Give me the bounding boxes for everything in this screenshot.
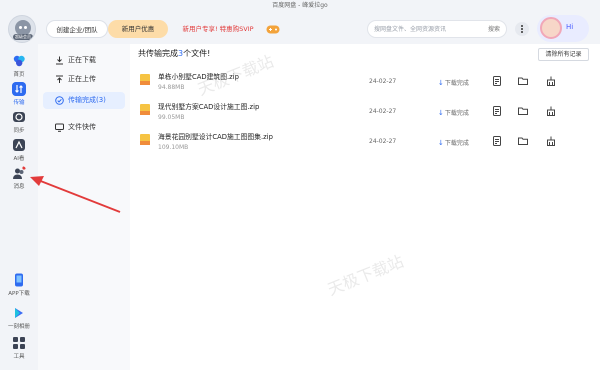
zip-file-icon [140, 104, 150, 115]
download-arrow-icon: ↓ [438, 109, 444, 117]
nav-item-tools[interactable]: 工具 [0, 336, 38, 360]
zip-file-icon [140, 134, 150, 145]
search-input[interactable] [374, 23, 478, 36]
top-header: 超级会员 创建企业/团队 新用户优惠 新用户专享! 特惠购SVIP 搜索 Hi [0, 12, 600, 44]
nav-item-ai[interactable]: AI看 [0, 138, 38, 162]
create-enterprise-button[interactable]: 创建企业/团队 [46, 20, 108, 38]
nav-label-ai: AI看 [13, 156, 25, 162]
nav-item-album[interactable]: 一刻相册 [0, 306, 38, 330]
avatar-eye-left [19, 26, 22, 29]
nav-label-sync: 同步 [13, 128, 25, 134]
home-icon [13, 55, 25, 67]
check-circle-icon [55, 96, 64, 105]
window-title: 百度网盘 - 峰爱拉go [0, 0, 600, 12]
file-status: ↓下载完成 [438, 108, 469, 117]
open-folder-icon[interactable] [518, 136, 528, 146]
subnav-label-completed: 传输完成(3) [68, 96, 106, 104]
clean-icon[interactable] [546, 136, 556, 146]
file-status: ↓下载完成 [438, 138, 469, 147]
nav-label-home: 首页 [13, 72, 25, 78]
subnav-downloading[interactable]: 正在下载 [43, 52, 125, 69]
subnav-label-quick-transfer: 文件快传 [68, 123, 96, 131]
user-avatar[interactable]: 超级会员 [8, 15, 36, 43]
app-download-icon [15, 273, 23, 287]
download-arrow-icon: ↓ [438, 139, 444, 147]
summary-suffix: 个文件! [183, 49, 211, 58]
table-row[interactable]: 现代别墅方案CAD设计施工图.zip 99.05MB 24-02-27 ↓下载完… [130, 98, 600, 128]
file-info-icon[interactable] [492, 136, 502, 146]
search-box: 搜索 [367, 20, 507, 38]
transfer-subnav: 正在下载 正在上传 传输完成(3) 文件快传 [38, 44, 130, 370]
left-nav: 首页 传输 同步 AI看 消息 APP下载 一刻相册 工具 [0, 44, 38, 370]
clear-all-records-button[interactable]: 清除所有记录 [538, 48, 589, 61]
nav-item-sync[interactable]: 同步 [0, 110, 38, 134]
file-name: 海景花园别墅设计CAD施工图图集.zip [158, 133, 273, 141]
file-size: 99.05MB [158, 114, 185, 121]
file-status-label: 下载完成 [444, 110, 469, 117]
transfer-icon [12, 82, 26, 96]
search-button[interactable]: 搜索 [488, 24, 500, 35]
more-menu-icon[interactable] [515, 22, 529, 36]
newuser-offer-button[interactable]: 新用户优惠 [108, 20, 168, 38]
summary-prefix: 共传输完成 [138, 49, 178, 58]
file-status-label: 下载完成 [444, 80, 469, 87]
subnav-label-uploading: 正在上传 [68, 75, 96, 83]
file-status: ↓下载完成 [438, 78, 469, 87]
file-name: 现代别墅方案CAD设计施工图.zip [158, 103, 260, 111]
file-date: 24-02-27 [369, 78, 397, 85]
open-folder-icon[interactable] [518, 76, 528, 86]
subnav-label-downloading: 正在下载 [68, 56, 96, 64]
clean-icon[interactable] [546, 76, 556, 86]
table-row[interactable]: 海景花园别墅设计CAD施工图图集.zip 109.10MB 24-02-27 ↓… [130, 128, 600, 158]
upload-icon [56, 75, 63, 83]
nav-label-message: 消息 [13, 184, 25, 190]
download-icon [56, 56, 63, 65]
avatar-eye-right [24, 26, 27, 29]
tools-icon [13, 337, 25, 349]
sync-icon [13, 112, 25, 122]
svip-promo-link[interactable]: 新用户专享! 特惠购SVIP [175, 20, 261, 38]
nav-label-album: 一刻相册 [7, 324, 30, 330]
vip-badge: 超级会员 [13, 34, 33, 40]
nav-label-tools: 工具 [13, 354, 25, 360]
download-arrow-icon: ↓ [438, 79, 444, 87]
nav-item-app-download[interactable]: APP下载 [0, 273, 38, 297]
file-status-label: 下载完成 [444, 140, 469, 147]
clean-icon[interactable] [546, 106, 556, 116]
zip-file-icon [140, 74, 150, 85]
file-info-icon[interactable] [492, 76, 502, 86]
monitor-icon [55, 123, 64, 132]
assistant-greeting: Hi [566, 23, 574, 31]
ai-icon [13, 139, 25, 151]
nav-item-home[interactable]: 首页 [0, 54, 38, 78]
game-icon[interactable] [266, 25, 280, 34]
file-info-icon[interactable] [492, 106, 502, 116]
album-icon [15, 308, 23, 318]
file-date: 24-02-27 [369, 108, 397, 115]
completed-summary: 共传输完成3个文件! [138, 48, 210, 59]
subnav-completed[interactable]: 传输完成(3) [43, 92, 125, 109]
file-date: 24-02-27 [369, 138, 397, 145]
nav-item-message[interactable]: 消息 [0, 166, 38, 190]
nav-label-app-download: APP下载 [8, 291, 30, 297]
nav-label-transfer: 传输 [13, 100, 25, 106]
open-folder-icon[interactable] [518, 106, 528, 116]
subnav-quick-transfer[interactable]: 文件快传 [43, 119, 125, 136]
message-icon [13, 166, 26, 179]
assistant-avatar[interactable]: Hi [537, 15, 589, 42]
nav-item-transfer[interactable]: 传输 [0, 82, 38, 106]
file-size: 94.88MB [158, 84, 185, 91]
subnav-uploading[interactable]: 正在上传 [43, 71, 125, 88]
assistant-face-icon [540, 17, 562, 39]
file-size: 109.10MB [158, 144, 189, 151]
